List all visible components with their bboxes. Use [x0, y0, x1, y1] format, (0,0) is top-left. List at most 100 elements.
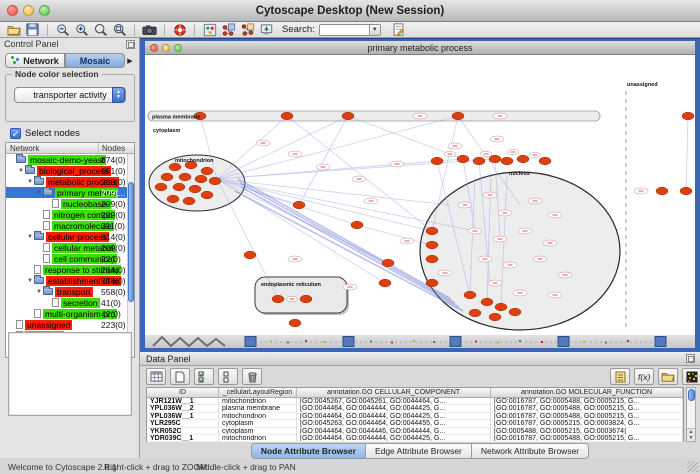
tab-mosaic[interactable]: Mosaic: [65, 53, 125, 68]
tree-row[interactable]: ▼transport558(0): [6, 286, 134, 297]
tree-row[interactable]: cell communicat22(0): [6, 253, 134, 264]
search-input[interactable]: ▼: [319, 24, 381, 36]
zoom-fit-icon[interactable]: [112, 23, 127, 37]
expander-icon[interactable]: ▼: [17, 168, 25, 174]
tab-network-attribute-browser[interactable]: Network Attribute Browser: [472, 443, 589, 459]
file-icon: [16, 320, 23, 329]
import-network-icon[interactable]: [259, 23, 274, 37]
data-panel-float-icon[interactable]: [686, 354, 695, 363]
table-row[interactable]: YPL036W__2plasma membrane[GO:0044464, GO…: [147, 405, 683, 412]
expander-icon[interactable]: ▼: [26, 278, 34, 284]
tree-row[interactable]: response to stimulu264(0): [6, 264, 134, 275]
zoom-out-icon[interactable]: [55, 23, 70, 37]
tree-row[interactable]: nucleobase-209(0): [6, 198, 134, 209]
expander-icon[interactable]: ▼: [26, 234, 34, 240]
expander-icon[interactable]: ▼: [35, 289, 43, 295]
annotation-palette-icon[interactable]: [202, 23, 217, 37]
attribute-editor-icon[interactable]: [391, 23, 406, 37]
tree-row[interactable]: nitrogen compo209(0): [6, 209, 134, 220]
layout-network-b-icon[interactable]: [240, 23, 255, 37]
zoom-in-icon[interactable]: [74, 23, 89, 37]
layout-network-a-icon[interactable]: [221, 23, 236, 37]
plasma-membrane-region[interactable]: [148, 111, 600, 121]
search-dropdown-arrow[interactable]: ▼: [369, 25, 380, 35]
tree-col-network[interactable]: Network: [10, 144, 39, 153]
tab-network[interactable]: Network: [5, 53, 65, 68]
window-titlebar[interactable]: Cytoscape Desktop (New Session): [0, 0, 700, 22]
tab-overflow-arrow[interactable]: ▶: [125, 57, 135, 65]
dropdown-stepper-icon[interactable]: ▲▼: [112, 87, 125, 103]
table-column-header[interactable]: annotation.GO CELLULAR_COMPONENT: [297, 388, 491, 397]
table-row[interactable]: YPL036W__1mitochondrion[GO:0044464, GO:0…: [147, 413, 683, 420]
tab-edge-attribute-browser[interactable]: Edge Attribute Browser: [366, 443, 472, 459]
table-scrollbar-thumb[interactable]: [688, 389, 695, 401]
unselect-attributes-icon[interactable]: [218, 368, 238, 385]
help-ring-icon[interactable]: [172, 23, 187, 37]
network-frame-titlebar[interactable]: primary metabolic process: [145, 41, 695, 55]
frame-minimize-button[interactable]: [162, 44, 170, 52]
select-nodes-checkbox[interactable]: ✓: [10, 128, 21, 139]
tree-col-divider: [98, 143, 99, 154]
save-icon[interactable]: [25, 23, 40, 37]
frame-close-button[interactable]: [150, 44, 158, 52]
zoom-window-button[interactable]: [39, 5, 50, 16]
open-file-icon[interactable]: [6, 23, 21, 37]
minimize-button[interactable]: [23, 5, 34, 16]
attribute-table-icon[interactable]: [146, 368, 166, 385]
tree-row-nodes-count: 651(0): [101, 166, 126, 176]
tree-scrollbar[interactable]: [127, 154, 134, 357]
expander-icon[interactable]: ▼: [35, 190, 43, 196]
data-panel-toolbar: f(x): [140, 366, 700, 387]
delete-attribute-icon[interactable]: [242, 368, 262, 385]
table-scrollbar-arrows[interactable]: ▲▼: [687, 428, 695, 441]
select-attributes-icon[interactable]: [194, 368, 214, 385]
control-panel-title: Control Panel: [0, 38, 139, 51]
snapshot-camera-icon[interactable]: [142, 23, 157, 37]
tree-row[interactable]: ▼establishment of lo558(0): [6, 275, 134, 286]
tree-row[interactable]: unassigned223(0): [6, 319, 134, 330]
zoom-selected-region-icon[interactable]: [93, 23, 108, 37]
table-row[interactable]: YLR295Ccytoplasm[GO:0045263, GO:0044464,…: [147, 420, 683, 427]
table-row[interactable]: YKR052Ccytoplasm[GO:0044464, GO:0044446,…: [147, 428, 683, 435]
expander-icon[interactable]: ▼: [26, 179, 34, 185]
table-column-header[interactable]: _cellularLayoutRegion: [219, 388, 297, 397]
tree-row[interactable]: ▼metabolic process280(0): [6, 176, 134, 187]
import-attributes-icon[interactable]: [658, 368, 678, 385]
table-row[interactable]: YJR121W__1mitochondrion[GO:0045267, GO:0…: [147, 398, 683, 405]
tree-row[interactable]: ▼primary metabo209(...: [6, 187, 134, 198]
attribute-matrix-icon[interactable]: [682, 368, 700, 385]
tree-col-nodes[interactable]: Nodes: [102, 144, 125, 153]
tree-row[interactable]: macromolecule311(0): [6, 220, 134, 231]
tree-row[interactable]: multi-organism pro42(0): [6, 308, 134, 319]
notes-icon[interactable]: [610, 368, 630, 385]
nucleus-region[interactable]: [420, 172, 620, 330]
tree-row[interactable]: ▼cellular process614(0): [6, 231, 134, 242]
float-panel-icon[interactable]: [126, 40, 135, 49]
browser-tabs: Node Attribute BrowserEdge Attribute Bro…: [140, 443, 700, 459]
new-attribute-icon[interactable]: [170, 368, 190, 385]
resize-grip[interactable]: [687, 461, 698, 472]
birdseye-overview-panel[interactable]: [8, 332, 132, 416]
tree-scrollbar-thumb[interactable]: [128, 182, 134, 302]
tree-row[interactable]: secretion41(0): [6, 297, 134, 308]
tab-node-attribute-browser[interactable]: Node Attribute Browser: [251, 443, 366, 459]
formula-builder-icon[interactable]: f(x): [634, 368, 654, 385]
tree-row[interactable]: cellular metabol209(0): [6, 242, 134, 253]
control-panel: Control Panel Network Mosaic ▶ Node colo…: [0, 38, 140, 458]
frame-zoom-button[interactable]: [174, 44, 182, 52]
file-icon: [43, 243, 50, 252]
table-column-header[interactable]: ID: [147, 388, 219, 397]
tree-row[interactable]: mosaic-demo-yeast874(0): [6, 154, 134, 165]
node-color-dropdown[interactable]: transporter activity ▲▼: [14, 87, 126, 103]
network-canvas[interactable]: plasma membrane cytoplasm mitochondrion …: [145, 55, 695, 335]
table-column-header[interactable]: annotation.GO MOLECULAR_FUNCTION: [491, 388, 683, 397]
tree-row-nodes-count: 874(0): [101, 155, 126, 165]
close-button[interactable]: [7, 5, 18, 16]
table-scrollbar[interactable]: ▲▼: [686, 387, 696, 442]
attribute-table-header: ID_cellularLayoutRegionannotation.GO CEL…: [147, 388, 683, 398]
table-row[interactable]: YDR039C__1mitochondrion[GO:0044464, GO:0…: [147, 435, 683, 442]
table-cell: [GO:0016787, GO:0005488, GO:0005215, G..…: [491, 413, 683, 420]
tree-row[interactable]: ▼biological_process651(0): [6, 165, 134, 176]
data-panel-header[interactable]: Data Panel: [140, 352, 700, 366]
attribute-table[interactable]: ID_cellularLayoutRegionannotation.GO CEL…: [146, 387, 684, 442]
